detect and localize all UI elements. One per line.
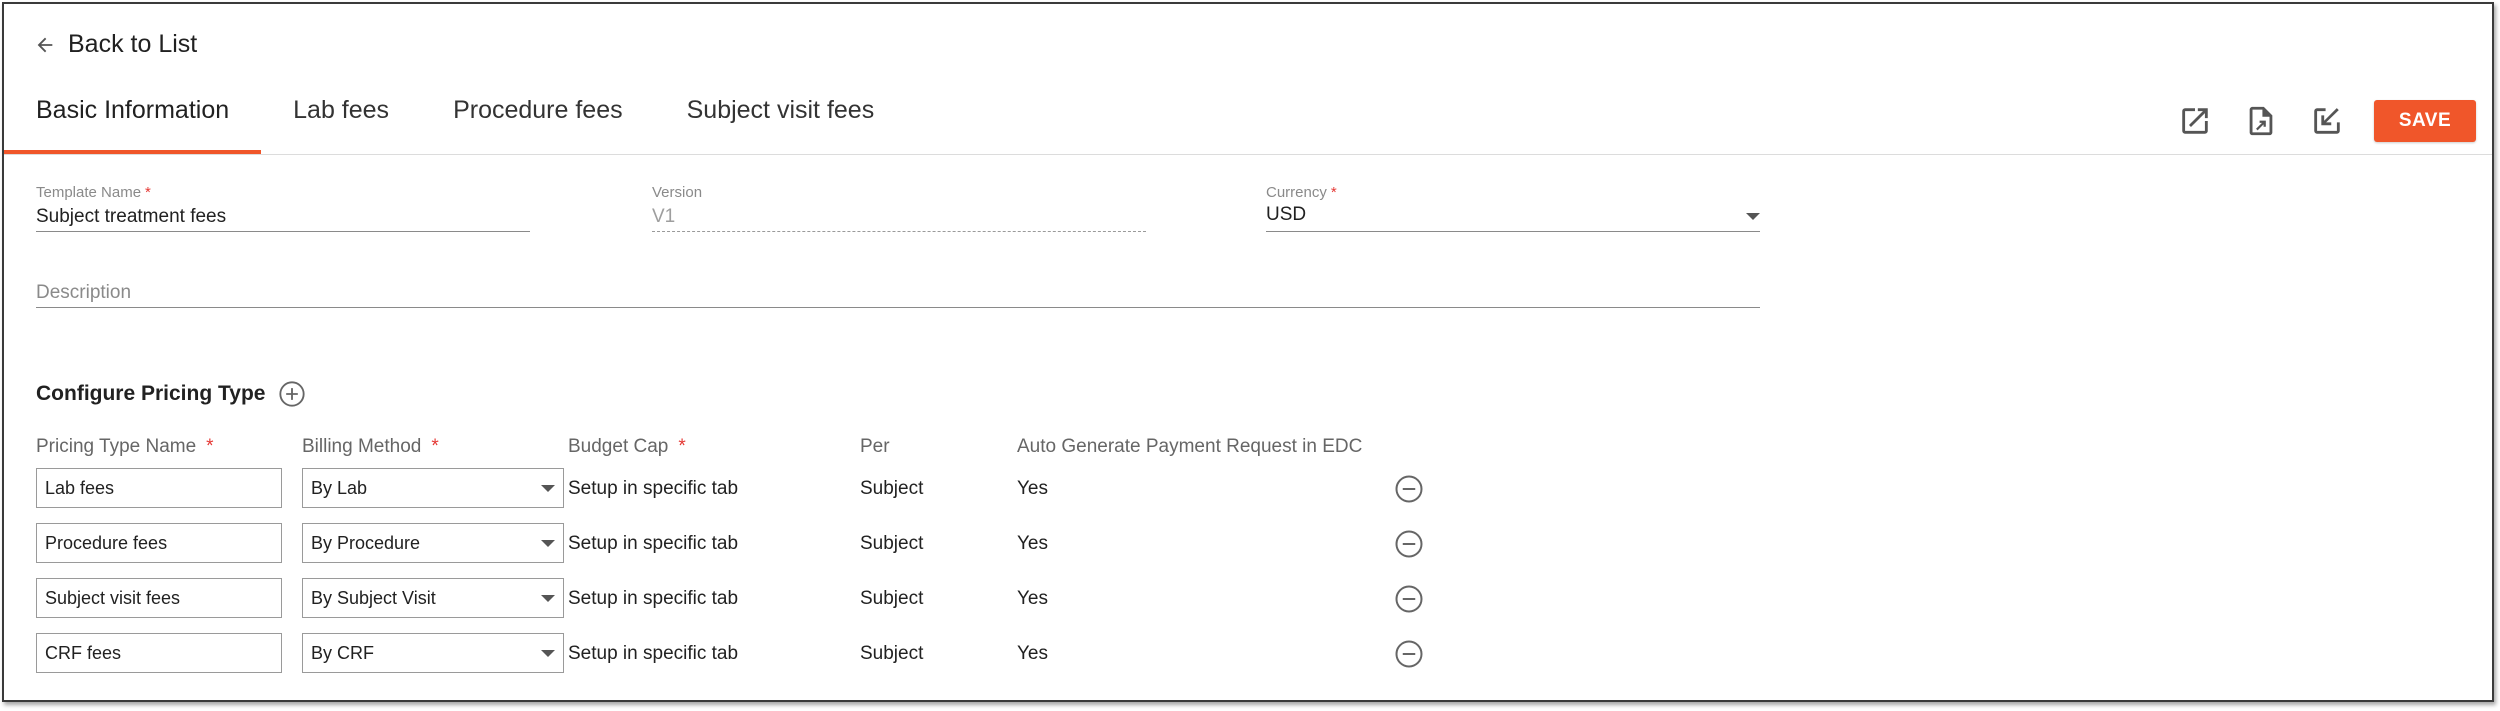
import-icon[interactable] (2310, 104, 2344, 138)
billing-method-value: By CRF (311, 642, 374, 663)
back-to-list-link[interactable]: Back to List (34, 30, 197, 59)
currency-label: Currency * (1266, 184, 1337, 201)
remove-circle-icon[interactable] (1394, 529, 1424, 559)
chevron-down-icon (541, 594, 555, 602)
arrow-left-icon (37, 37, 53, 52)
auto-generate-cell: Yes (1017, 478, 1048, 499)
pricing-name-input[interactable]: CRF fees (36, 633, 282, 673)
billing-method-select[interactable]: By Lab (302, 468, 564, 508)
per-cell: Subject (860, 588, 924, 609)
budget-cap-cell: Setup in specific tab (568, 533, 739, 554)
billing-method-value: By Lab (311, 477, 368, 498)
pricing-name-input[interactable]: Procedure fees (36, 523, 282, 563)
chevron-down-icon (541, 539, 555, 547)
version-input: V1 (652, 206, 676, 227)
tab-procedure-fees[interactable]: Procedure fees (421, 96, 655, 154)
remove-circle-icon[interactable] (1394, 474, 1424, 504)
chevron-down-icon (541, 649, 555, 657)
billing-method-value: By Subject Visit (311, 587, 436, 608)
billing-method-select[interactable]: By CRF (302, 633, 564, 673)
template-name-input[interactable]: Subject treatment fees (36, 206, 526, 228)
description-label: Description (36, 282, 132, 303)
version-label: Version (652, 184, 703, 201)
save-button[interactable]: SAVE (2374, 100, 2476, 142)
app-window: Back to List Basic Information Lab fees … (2, 2, 2494, 702)
back-to-list-label: Back to List (68, 30, 198, 58)
billing-method-value: By Procedure (311, 532, 421, 553)
per-cell: Subject (860, 533, 924, 554)
tab-label: Basic Information (36, 96, 230, 124)
auto-generate-cell: Yes (1017, 588, 1048, 609)
tab-basic-information[interactable]: Basic Information (4, 96, 262, 154)
tab-label: Lab fees (293, 96, 390, 124)
auto-generate-cell: Yes (1017, 533, 1048, 554)
col-header-billing-method: Billing Method * (302, 436, 439, 457)
tab-subject-visit-fees[interactable]: Subject visit fees (655, 96, 907, 154)
col-header-auto-generate: Auto Generate Payment Request in EDC (1017, 436, 1363, 457)
remove-circle-icon[interactable] (1394, 639, 1424, 669)
tab-label: Subject visit fees (686, 96, 875, 124)
tabs-divider (4, 154, 2492, 155)
per-cell: Subject (860, 643, 924, 664)
export-document-icon[interactable] (2244, 104, 2278, 138)
currency-underline (1266, 231, 1760, 232)
billing-method-select[interactable]: By Subject Visit (302, 578, 564, 618)
template-name-underline (36, 231, 530, 232)
version-underline (652, 231, 1146, 232)
tab-label: Procedure fees (453, 96, 623, 124)
auto-generate-cell: Yes (1017, 643, 1048, 664)
pricing-name-input[interactable]: Lab fees (36, 468, 282, 508)
tab-bar: Basic Information Lab fees Procedure fee… (4, 96, 906, 154)
budget-cap-cell: Setup in specific tab (568, 643, 739, 664)
budget-cap-cell: Setup in specific tab (568, 588, 739, 609)
per-cell: Subject (860, 478, 924, 499)
chevron-down-icon (1746, 213, 1760, 220)
remove-circle-icon[interactable] (1394, 584, 1424, 614)
col-header-budget-cap: Budget Cap * (568, 436, 686, 457)
template-name-label: Template Name * (36, 184, 151, 201)
add-circle-icon[interactable] (278, 380, 306, 408)
budget-cap-cell: Setup in specific tab (568, 478, 739, 499)
tab-lab-fees[interactable]: Lab fees (261, 96, 421, 154)
configure-pricing-type-title: Configure Pricing Type (36, 382, 266, 405)
currency-value: USD (1266, 204, 1307, 225)
pricing-name-input[interactable]: Subject visit fees (36, 578, 282, 618)
currency-select[interactable]: USD (1266, 204, 1760, 230)
description-underline (36, 307, 1760, 308)
billing-method-select[interactable]: By Procedure (302, 523, 564, 563)
open-external-icon[interactable] (2178, 104, 2212, 138)
description-input[interactable]: Description (36, 282, 1756, 308)
chevron-down-icon (541, 484, 555, 492)
col-header-pricing-type-name: Pricing Type Name * (36, 436, 214, 457)
col-header-per: Per (860, 436, 890, 457)
